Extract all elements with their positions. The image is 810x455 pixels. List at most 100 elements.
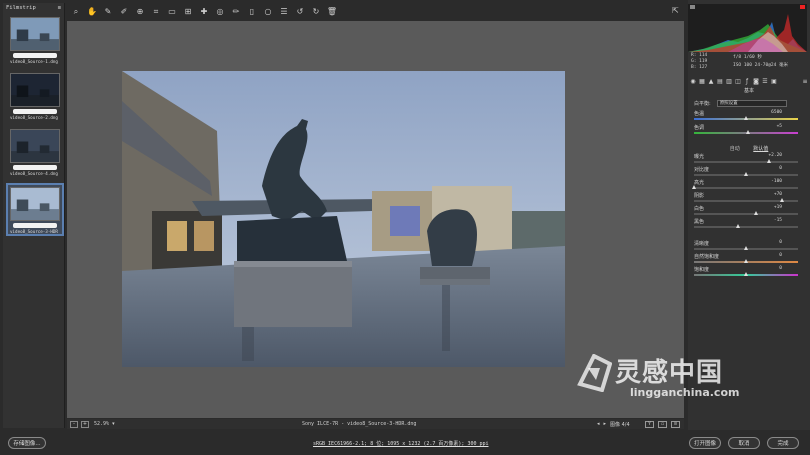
slider-track[interactable] [694,187,798,189]
slider-value[interactable]: -100 [771,179,782,184]
before-after-icon[interactable]: Y [645,420,654,428]
filmstrip-rating-bar[interactable] [13,165,57,170]
slider-thumb[interactable] [744,116,748,120]
slider-value[interactable]: 0 [779,240,782,245]
trash-icon[interactable]: 🗑 [327,7,337,17]
filmstrip-item[interactable]: video8_Source-1.dng [8,15,62,64]
white-balance-row: 白平衡: 原照设置 [694,99,804,107]
slider-value[interactable]: +19 [774,205,782,210]
effects-tab-icon[interactable]: ƒ [744,78,750,85]
slider-value[interactable]: +5 [777,124,782,129]
detail-tab-icon[interactable]: ▲ [708,78,714,85]
slider-thumb[interactable] [780,198,785,202]
slider-thumb[interactable] [692,185,696,189]
camera-calibration-tab-icon[interactable]: ◙ [753,78,759,85]
slider-label: 清晰度 [694,241,710,247]
slider-track[interactable] [694,213,798,215]
slider-label: 色调 [694,125,705,131]
save-image-button[interactable]: 存储图像... [8,437,46,449]
graduated-filter-icon[interactable]: ▯ [247,7,257,17]
red-eye-icon[interactable]: ◎ [215,7,225,17]
settings-icon[interactable]: ≡ [671,420,680,428]
filmstrip-rating-bar[interactable] [13,53,57,58]
next-image-icon[interactable]: ▸ [604,421,607,427]
slider-8[interactable]: 清晰度 0 [694,240,804,252]
slider-7[interactable]: 黑色 -15 [694,218,804,230]
tone-curve-tab-icon[interactable]: ▦ [699,78,705,85]
zoom-level[interactable]: 52.9% [94,421,109,427]
fullscreen-icon[interactable]: ⇱ [672,6,684,18]
slider-1[interactable]: 色调 +5 [694,124,804,136]
slider-0[interactable]: 色温 6500 [694,110,804,122]
slider-thumb[interactable] [744,259,748,263]
straighten-icon[interactable]: ▭ [167,7,177,17]
preview-photo[interactable] [122,71,565,367]
rotate-right-icon[interactable]: ↻ [311,7,321,17]
image-navigator: ◂ ▸ 图像 4/4 [597,421,630,428]
white-balance-select[interactable]: 原照设置 [716,99,787,107]
slider-thumb[interactable] [766,159,771,163]
basic-tab-icon[interactable]: ◉ [690,78,696,85]
split-toning-tab-icon[interactable]: ▥ [726,78,732,85]
spot-removal-icon[interactable]: ✚ [199,7,209,17]
filmstrip-menu-icon[interactable]: ≡ [58,5,61,11]
slider-label: 白色 [694,206,705,212]
slider-value[interactable]: +2.20 [768,153,782,158]
slider-value[interactable]: 0 [779,166,782,171]
slider-value[interactable]: 6500 [771,110,782,115]
hand-icon[interactable]: ✋ [87,7,97,17]
slider-thumb[interactable] [744,272,748,276]
open-image-button[interactable]: 打开图像 [689,437,721,449]
radial-filter-icon[interactable]: ○ [263,7,273,17]
slider-3[interactable]: 对比度 0 [694,166,804,178]
transform-icon[interactable]: ⊞ [183,7,193,17]
zoom-dropdown-icon[interactable]: ▾ [112,421,115,427]
slider-5[interactable]: 阴影 +70 [694,192,804,204]
slider-9[interactable]: 自然饱和度 0 [694,253,804,265]
slider-thumb[interactable] [744,172,748,176]
panel-menu-icon[interactable]: ≡ [802,78,808,85]
slider-track[interactable] [694,226,798,228]
slider-thumb[interactable] [754,211,759,215]
filmstrip-item[interactable]: video8_Source-2.dng [8,71,62,120]
slider-thumb[interactable] [746,130,751,134]
white-balance-icon[interactable]: ✎ [103,7,113,17]
slider-value[interactable]: 0 [779,266,782,271]
hsl-tab-icon[interactable]: ▤ [717,78,723,85]
workflow-options-link[interactable]: sRGB IEC61966-2.1; 8 位; 1095 x 1232 (2.7… [313,440,489,447]
cancel-button[interactable]: 取消 [728,437,760,449]
slider-track[interactable] [694,161,798,163]
done-button[interactable]: 完成 [767,437,799,449]
snapshots-tab-icon[interactable]: ▣ [771,78,777,85]
highlight-clipping-icon[interactable] [800,5,805,9]
filmstrip-item-selected[interactable]: video8_Source-3-HDR [6,183,64,236]
target-adjust-icon[interactable]: ⊕ [135,7,145,17]
slider-value[interactable]: 0 [779,253,782,258]
crop-icon[interactable]: ⌗ [151,7,161,17]
lens-corrections-tab-icon[interactable]: ◫ [735,78,741,85]
slider-value[interactable]: -15 [774,218,782,223]
slider-4[interactable]: 高光 -100 [692,179,804,191]
slider-10[interactable]: 饱和度 0 [694,266,804,278]
prev-image-icon[interactable]: ◂ [597,421,600,427]
rotate-left-icon[interactable]: ↺ [295,7,305,17]
presets-tab-icon[interactable]: ☰ [762,78,768,85]
filmstrip-rating-bar[interactable] [13,109,57,114]
auto-button[interactable]: 自动 [730,146,740,152]
filmstrip-rating-bar[interactable] [13,223,57,228]
slider-6[interactable]: 白色 +19 [694,205,804,217]
slider-thumb[interactable] [735,224,740,228]
color-sampler-icon[interactable]: ✐ [119,7,129,17]
compare-icon[interactable]: ▫ [658,420,667,428]
default-button[interactable]: 默认值 [753,146,768,152]
shadow-clipping-icon[interactable] [690,5,695,9]
slider-value[interactable]: +70 [774,192,782,197]
slider-thumb[interactable] [744,246,748,250]
slider-2[interactable]: 曝光 +2.20 [694,153,804,165]
preferences-icon[interactable]: ☰ [279,7,289,17]
zoom-icon[interactable]: ⌕ [71,7,81,17]
zoom-in-button[interactable]: + [81,420,89,428]
zoom-out-button[interactable]: - [70,420,78,428]
adjustment-brush-icon[interactable]: ✏ [231,7,241,17]
filmstrip-item[interactable]: video8_Source-4.dng [8,127,62,176]
